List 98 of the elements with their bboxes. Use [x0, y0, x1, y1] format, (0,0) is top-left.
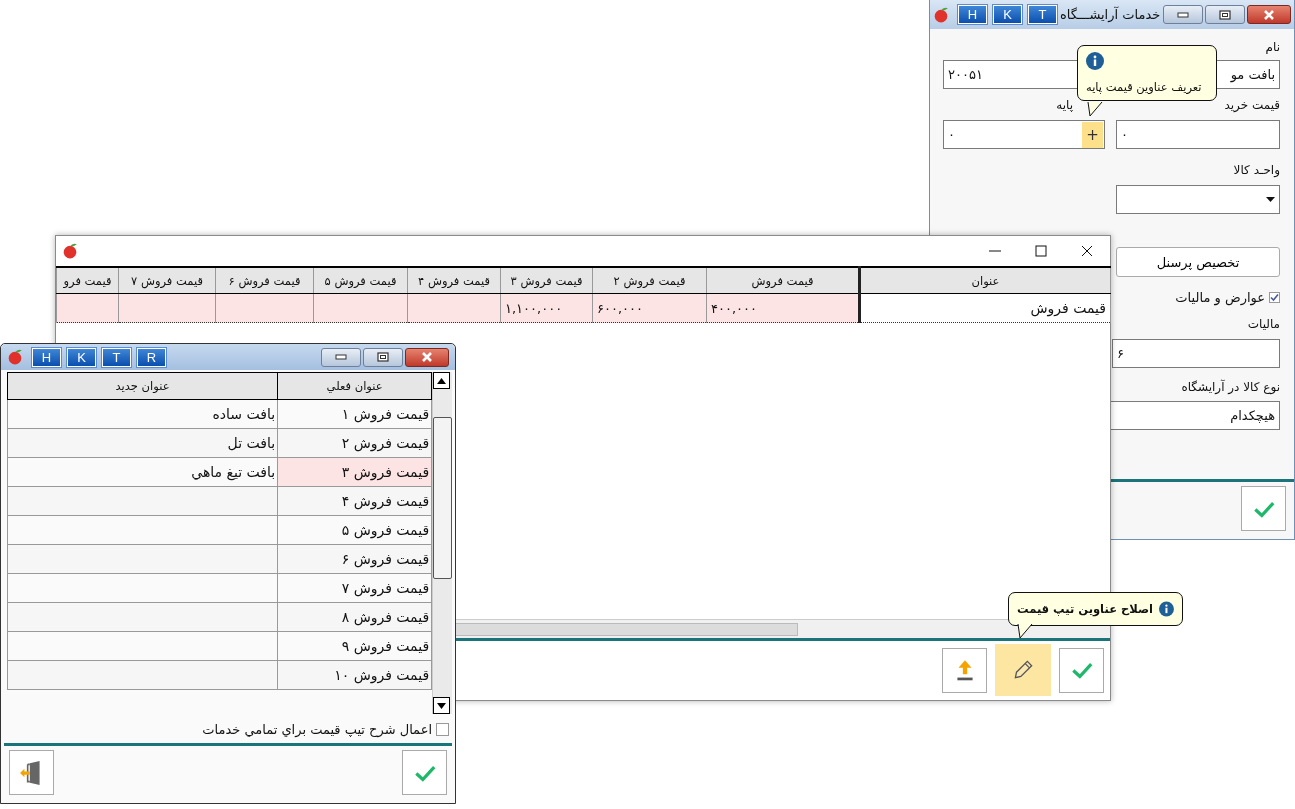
table-cell: ۱,۱۰۰,۰۰۰ — [500, 293, 593, 323]
scroll-up-button[interactable] — [433, 372, 451, 389]
table-cell: قیمت فروش ۴ — [277, 486, 432, 516]
info-icon — [1159, 600, 1174, 618]
table-cell: قیمت فروش ۱ — [277, 399, 432, 429]
exit-button[interactable] — [9, 750, 54, 795]
caret-icon — [1266, 196, 1275, 203]
window-title: خدمات آرایشـــگاه — [1060, 7, 1161, 22]
checkbox[interactable] — [436, 723, 449, 736]
close-button[interactable] — [1247, 5, 1292, 24]
minimize-icon — [1177, 9, 1190, 20]
restore-icon — [377, 352, 389, 362]
apple-icon — [62, 243, 78, 259]
input-field[interactable]: ۰ + — [943, 120, 1105, 149]
close-icon — [1081, 245, 1093, 257]
table-cell: قیمت فروش ۱۰ — [277, 660, 432, 690]
upload-button[interactable] — [942, 647, 987, 693]
table-row[interactable]: قیمت فروش ۲ بافت تل — [7, 428, 432, 458]
title-button[interactable]: H — [32, 347, 61, 367]
title-button[interactable]: T — [1028, 5, 1057, 24]
edit-button[interactable] — [995, 644, 1051, 696]
field-label: نام — [1265, 40, 1280, 54]
maximize-icon — [1035, 245, 1047, 257]
confirm-button[interactable] — [1059, 647, 1104, 693]
table-cell: قیمت فروش ۸ — [277, 602, 432, 632]
table-row[interactable]: قیمت فروش ۳ بافت تیغ ماهي — [7, 457, 432, 487]
check-icon — [1270, 293, 1279, 302]
close-icon — [1263, 9, 1276, 20]
restore-button[interactable] — [363, 347, 403, 367]
column-header[interactable]: قیمت فروش ۳ — [500, 267, 593, 294]
minimize-button[interactable] — [321, 347, 361, 367]
field-label: پایه — [1056, 98, 1073, 112]
table-cell: ۶۰۰,۰۰۰ — [592, 293, 707, 323]
table-cell — [56, 293, 119, 323]
assign-staff-button[interactable]: تخصیص پرسنل — [1116, 247, 1280, 277]
table-row[interactable]: قیمت فروش ۱ بافت ساده — [7, 399, 432, 429]
table-cell: قیمت فروش ۹ — [277, 631, 432, 661]
input-field[interactable]: ۰ — [1116, 120, 1280, 149]
field-label: واحـد کالا — [1233, 163, 1280, 177]
title-button[interactable]: K — [67, 347, 96, 367]
table-row[interactable]: قیمت فروش ۵ — [7, 515, 432, 545]
column-header[interactable]: قیمت فروش — [706, 267, 860, 294]
column-header[interactable]: عنوان فعلي — [277, 372, 432, 400]
column-header[interactable]: عنوان — [859, 267, 1111, 294]
confirm-button[interactable] — [1241, 486, 1286, 531]
apple-icon — [933, 6, 949, 23]
restore-icon — [1219, 9, 1232, 20]
column-header[interactable]: قیمت فروش ۷ — [118, 267, 216, 294]
restore-button[interactable] — [1205, 5, 1246, 24]
table-row[interactable]: قیمت فروش ۹ — [7, 631, 432, 661]
down-arrow-icon — [437, 702, 447, 709]
table-cell: قیمت فروش — [859, 293, 1111, 323]
close-button[interactable] — [405, 347, 449, 367]
column-header[interactable]: قیمت فروش ۴ — [407, 267, 501, 294]
title-button[interactable]: K — [993, 5, 1022, 24]
column-header[interactable]: قیمت فروش ۲ — [592, 267, 707, 294]
minimize-icon — [335, 352, 347, 362]
close-icon — [421, 352, 433, 362]
confirm-button[interactable] — [402, 750, 447, 795]
info-icon — [1086, 52, 1104, 70]
table-cell: قیمت فروش ۶ — [277, 544, 432, 574]
checkbox-label: اعمال شرح تیپ قیمت براي تمامي خدمات — [202, 722, 432, 737]
table-cell: قیمت فروش ۲ — [277, 428, 432, 458]
table-row[interactable]: قیمت فروش ۴ — [7, 486, 432, 516]
table-cell: ۴۰۰,۰۰۰ — [706, 293, 860, 323]
field-label: قیمت خرید — [1224, 98, 1280, 112]
field-label: مالیات — [1247, 317, 1280, 331]
table-cell: قیمت فروش ۳ — [277, 457, 432, 487]
minimize-button[interactable] — [1163, 5, 1204, 24]
table-cell: قیمت فروش ۵ — [277, 515, 432, 545]
scroll-down-button[interactable] — [433, 697, 451, 714]
apple-icon — [7, 349, 23, 365]
title-button[interactable]: T — [102, 347, 131, 367]
field-label: نوع کالا در آرایشگاه — [1181, 380, 1280, 394]
vertical-scrollbar[interactable] — [432, 372, 452, 714]
table-row[interactable]: قیمت فروش ۶ — [7, 544, 432, 574]
input-field[interactable]: ۶ — [1112, 339, 1280, 368]
table-row[interactable]: قیمت فروش ۱۰ — [7, 660, 432, 690]
apply-all-checkbox[interactable]: اعمال شرح تیپ قیمت براي تمامي خدمات — [7, 722, 449, 737]
column-header[interactable]: قیمت فرو — [56, 267, 119, 294]
title-button[interactable]: H — [958, 5, 987, 24]
checkbox-label: عوارض و مالیات — [1175, 290, 1265, 305]
column-header[interactable]: قیمت فروش ۵ — [313, 267, 408, 294]
title-button[interactable]: R — [137, 347, 166, 367]
table-row[interactable]: قیمت فروش ۷ — [7, 573, 432, 603]
field-value: ۰ — [948, 127, 955, 142]
table-cell: بافت تل — [7, 428, 278, 458]
table-cell: قیمت فروش ۷ — [277, 573, 432, 603]
checkbox[interactable] — [1269, 292, 1280, 303]
tooltip-text: اصلاح عناوین تیپ قیمت — [1017, 602, 1154, 616]
add-button[interactable]: + — [1082, 121, 1103, 148]
dropdown[interactable] — [1116, 185, 1280, 214]
table-row[interactable]: قیمت فروش ۸ — [7, 602, 432, 632]
up-arrow-icon — [437, 377, 447, 384]
table-cell: بافت ساده — [7, 399, 278, 429]
input-field[interactable]: هیچکدام — [1108, 401, 1280, 430]
column-header[interactable]: قیمت فروش ۶ — [215, 267, 314, 294]
column-header[interactable]: عنوان جديد — [7, 372, 278, 400]
